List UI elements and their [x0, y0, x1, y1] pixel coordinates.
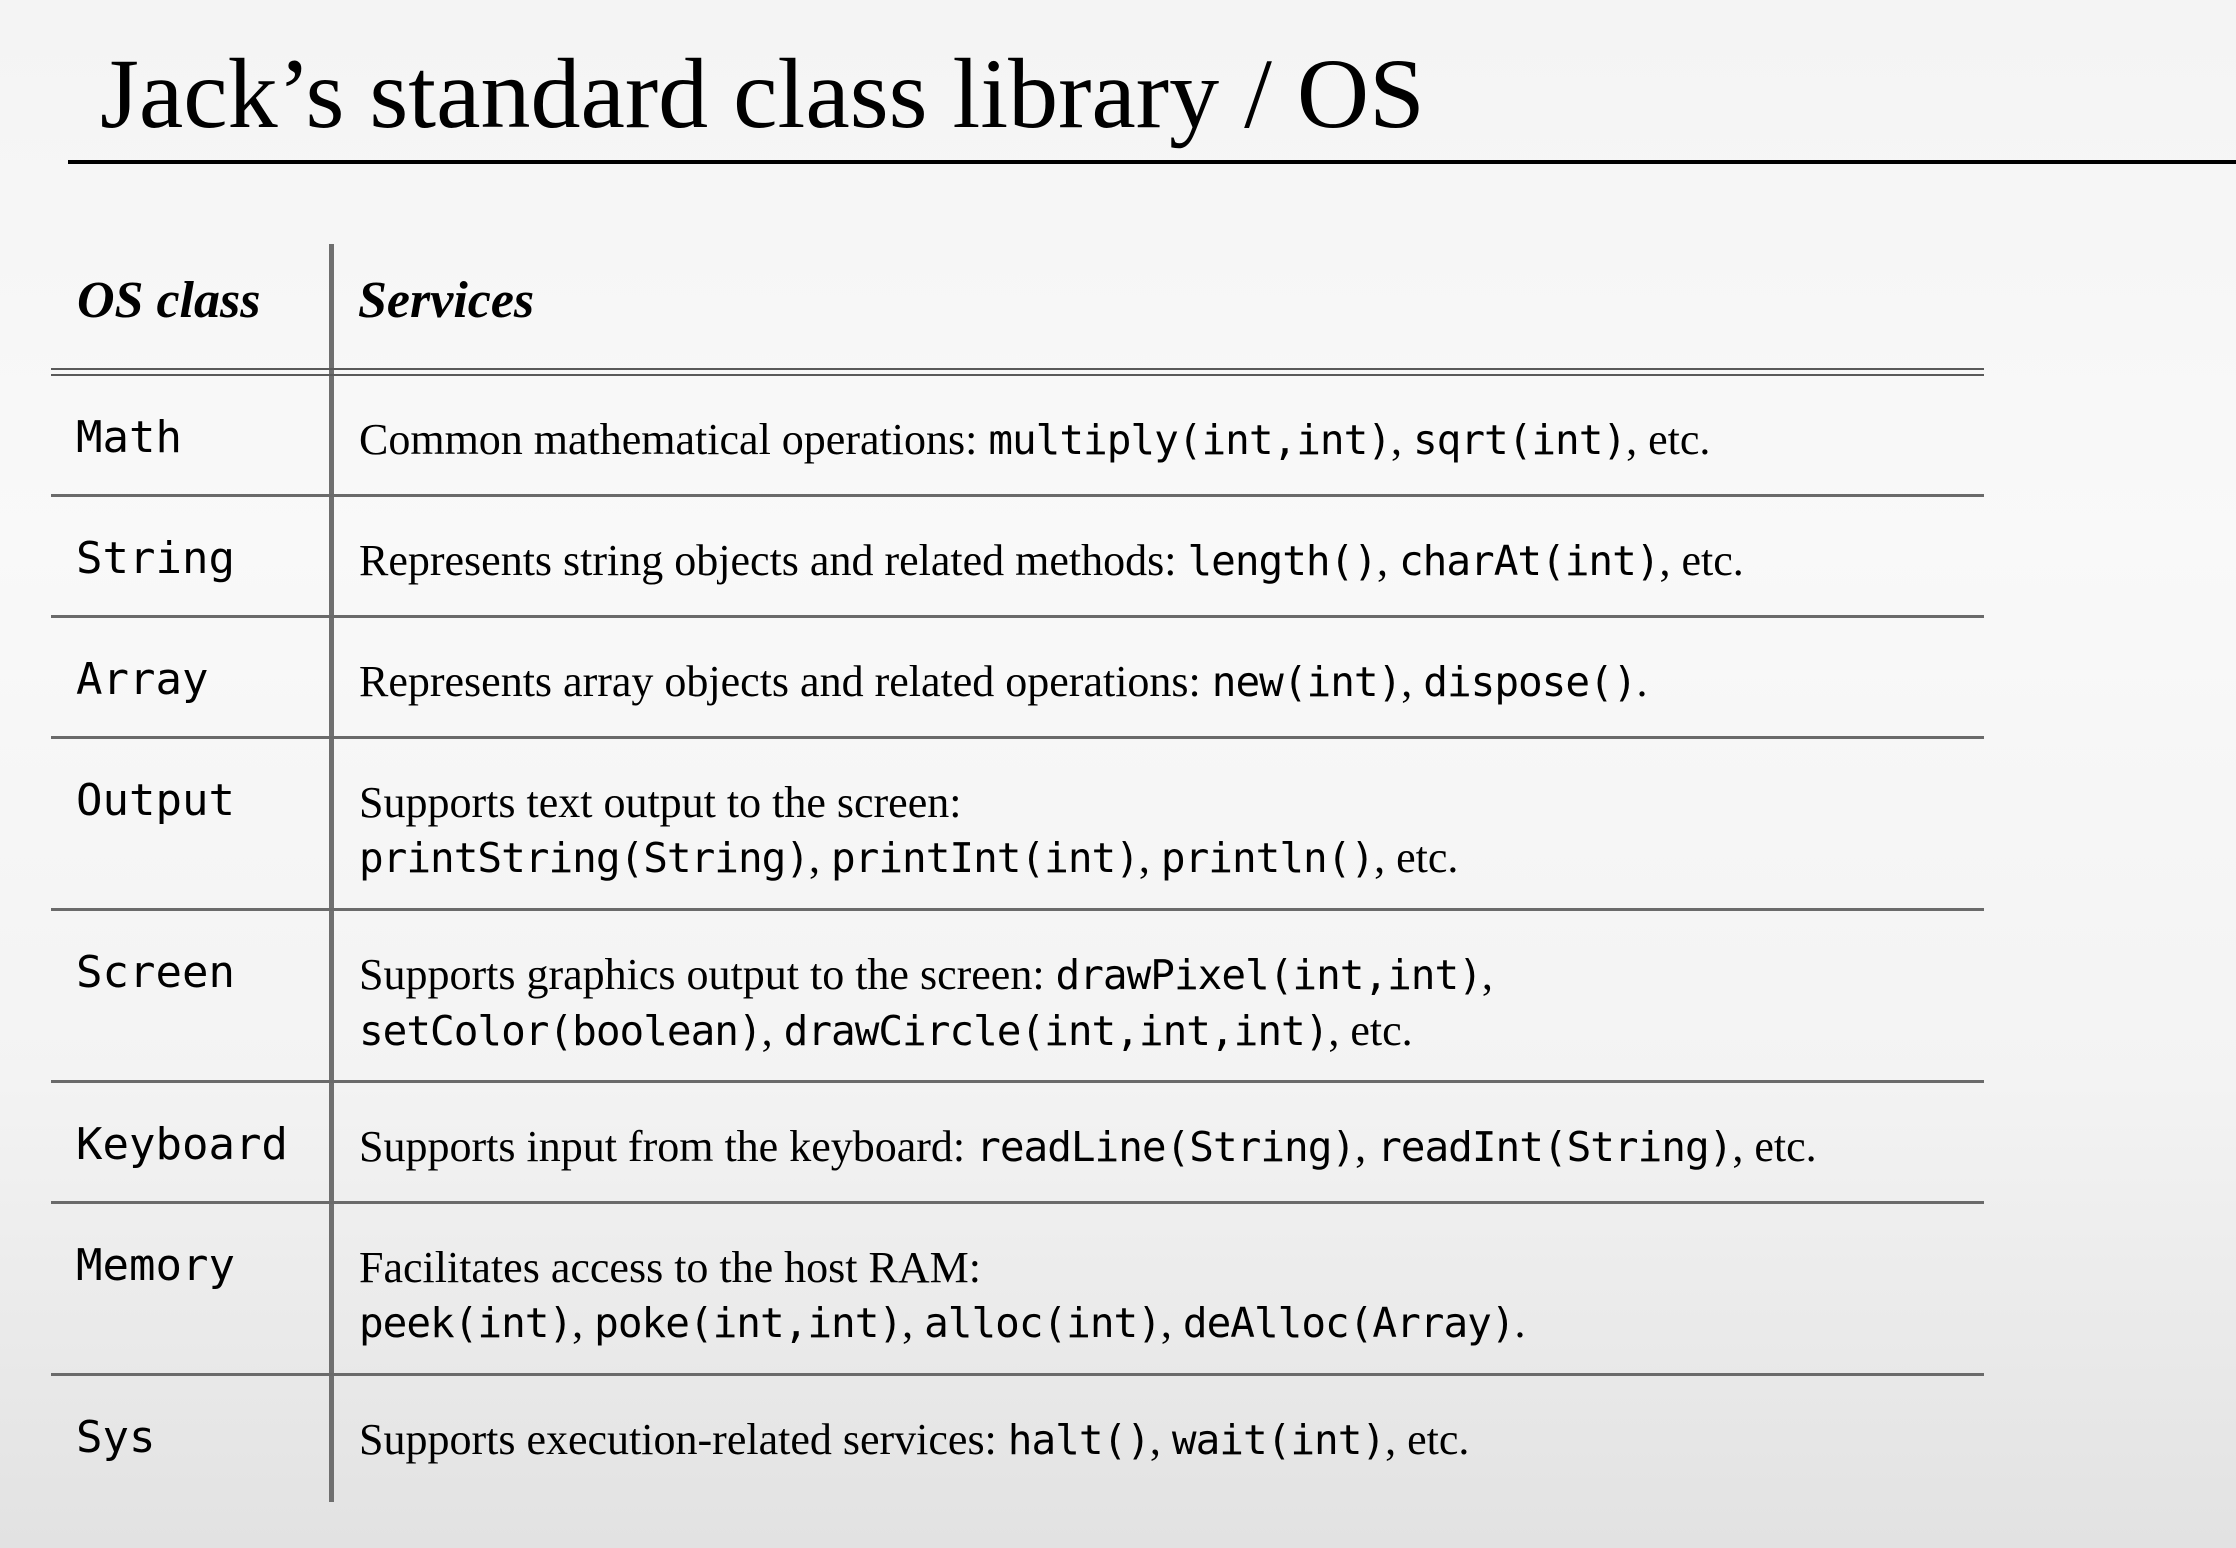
- table-row-keyboard: Keyboard Supports input from the keyboar…: [51, 1083, 1984, 1204]
- services-line: Supports execution-related services: hal…: [359, 1412, 1469, 1468]
- method-signature: readLine(String): [976, 1123, 1356, 1171]
- method-signature: peek(int): [359, 1299, 573, 1347]
- services-text: ,: [1149, 1415, 1172, 1464]
- os-class-services: Supports graphics output to the screen: …: [359, 947, 1493, 1059]
- services-text: ,: [1138, 833, 1161, 882]
- os-class-services: Supports execution-related services: hal…: [359, 1412, 1469, 1468]
- os-class-services: Supports input from the keyboard: readLi…: [359, 1119, 1817, 1175]
- services-text: ,: [761, 1006, 784, 1055]
- services-text: ,: [902, 1298, 925, 1347]
- os-class-services: Supports text output to the screen: print…: [359, 775, 1458, 886]
- method-signature: drawPixel(int,int): [1055, 951, 1483, 999]
- method-signature: setColor(boolean): [359, 1007, 763, 1055]
- os-class-name: String: [76, 533, 235, 584]
- method-signature: wait(int): [1171, 1416, 1386, 1464]
- method-signature: sqrt(int): [1412, 416, 1627, 464]
- os-class-name: Math: [76, 412, 182, 463]
- services-text: , etc.: [1659, 536, 1744, 585]
- table-row-sys: Sys Supports execution-related services:…: [51, 1376, 1984, 1497]
- table-row-string: String Represents string objects and rel…: [51, 497, 1984, 618]
- method-signature: alloc(int): [924, 1299, 1162, 1347]
- services-line: Supports graphics output to the screen: …: [359, 947, 1493, 1003]
- os-class-services: Facilitates access to the host RAM: peek(…: [359, 1240, 1526, 1351]
- os-class-name: Memory: [76, 1240, 235, 1291]
- services-line: Represents string objects and related me…: [359, 533, 1744, 589]
- services-text: Supports input from the keyboard:: [359, 1122, 977, 1171]
- services-text: ,: [1390, 415, 1413, 464]
- services-text: .: [1636, 657, 1648, 706]
- services-text: Supports text output to the screen:: [359, 778, 962, 827]
- os-class-services: Represents array objects and related ope…: [359, 654, 1647, 710]
- table-header: OS class Services: [51, 244, 1984, 376]
- method-signature: halt(): [1007, 1416, 1151, 1464]
- services-text: Supports graphics output to the screen:: [359, 950, 1056, 999]
- services-text: Common mathematical operations:: [359, 415, 989, 464]
- services-line: Facilitates access to the host RAM:: [359, 1240, 1526, 1295]
- services-text: Represents array objects and related ope…: [359, 657, 1212, 706]
- services-text: Facilitates access to the host RAM:: [359, 1243, 981, 1292]
- method-signature: multiply(int,int): [988, 416, 1392, 464]
- os-class-services: Common mathematical operations: multiply…: [359, 412, 1710, 468]
- services-line: setColor(boolean), drawCircle(int,int,in…: [359, 1003, 1493, 1059]
- header-services: Services: [358, 272, 535, 329]
- services-text: Represents string objects and related me…: [359, 536, 1188, 585]
- services-text: Supports execution-related services:: [359, 1415, 1008, 1464]
- method-signature: new(int): [1211, 658, 1402, 706]
- services-text: , etc.: [1732, 1122, 1817, 1171]
- method-signature: printString(String): [359, 834, 810, 882]
- table-row-screen: Screen Supports graphics output to the s…: [51, 911, 1984, 1083]
- method-signature: length(): [1187, 537, 1377, 585]
- method-signature: deAlloc(Array): [1182, 1299, 1516, 1347]
- slide-title: Jack’s standard class library / OS: [100, 38, 1425, 149]
- method-signature: dispose(): [1423, 658, 1637, 706]
- services-text: ,: [1376, 536, 1399, 585]
- os-class-table: OS class Services Math Common mathematic…: [51, 244, 1984, 1502]
- method-signature: readInt(String): [1377, 1123, 1733, 1171]
- table-row-array: Array Represents array objects and relat…: [51, 618, 1984, 739]
- services-text: , etc.: [1626, 415, 1711, 464]
- services-line: Represents array objects and related ope…: [359, 654, 1647, 710]
- services-text: , etc.: [1328, 1006, 1413, 1055]
- services-line: printString(String), printInt(int), prin…: [359, 830, 1458, 886]
- os-class-name: Output: [76, 775, 235, 826]
- services-text: .: [1514, 1298, 1526, 1347]
- services-text: , etc.: [1374, 833, 1459, 882]
- os-class-name: Screen: [76, 947, 235, 998]
- services-text: ,: [572, 1298, 595, 1347]
- os-class-name: Sys: [76, 1412, 156, 1463]
- os-class-name: Array: [76, 654, 209, 705]
- services-line: Supports text output to the screen:: [359, 775, 1458, 830]
- os-class-name: Keyboard: [76, 1119, 288, 1170]
- method-signature: println(): [1160, 834, 1375, 882]
- method-signature: drawCircle(int,int,int): [783, 1007, 1330, 1055]
- services-line: Supports input from the keyboard: readLi…: [359, 1119, 1817, 1175]
- services-text: , etc.: [1385, 1415, 1470, 1464]
- services-text: ,: [1355, 1122, 1378, 1171]
- table-row-memory: Memory Facilitates access to the host RA…: [51, 1204, 1984, 1376]
- method-signature: poke(int,int): [594, 1299, 903, 1347]
- method-signature: charAt(int): [1398, 537, 1661, 585]
- services-line: peek(int), poke(int,int), alloc(int), de…: [359, 1295, 1526, 1351]
- services-line: Common mathematical operations: multiply…: [359, 412, 1710, 468]
- table-row-output: Output Supports text output to the scree…: [51, 739, 1984, 911]
- header-os-class: OS class: [77, 272, 261, 329]
- services-text: ,: [1160, 1298, 1183, 1347]
- services-text: ,: [809, 833, 831, 882]
- method-signature: printInt(int): [831, 834, 1140, 882]
- table-row-math: Math Common mathematical operations: mul…: [51, 376, 1984, 497]
- header-rule: [51, 368, 1984, 376]
- services-text: ,: [1401, 657, 1424, 706]
- services-text: ,: [1481, 950, 1493, 999]
- os-class-services: Represents string objects and related me…: [359, 533, 1744, 589]
- title-rule: [68, 160, 2236, 164]
